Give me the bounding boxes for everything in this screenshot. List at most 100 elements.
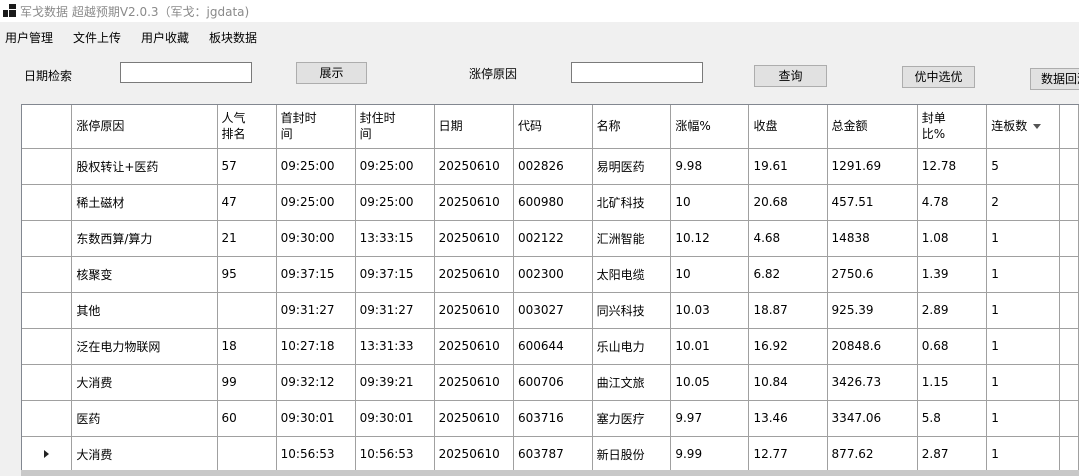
cell-seal-ratio[interactable]: 1.39	[917, 256, 988, 293]
row-header-cell[interactable]	[22, 292, 73, 329]
cell-reason[interactable]: 核聚变	[71, 256, 218, 293]
limit-up-reason-input[interactable]	[571, 62, 703, 83]
cell-first-seal-time[interactable]: 09:37:15	[276, 256, 356, 293]
row-header-cell[interactable]	[22, 328, 73, 365]
cell-name[interactable]: 乐山电力	[592, 328, 672, 365]
cell-name[interactable]: 新日股份	[592, 436, 672, 473]
cell-seal-ratio[interactable]: 0.68	[917, 328, 988, 365]
cell-seal-ratio[interactable]: 2.89	[917, 292, 988, 329]
cell-first-seal-time[interactable]: 09:32:12	[276, 364, 356, 401]
cell-name[interactable]: 太阳电缆	[592, 256, 672, 293]
col-header-seal-time[interactable]: 封住时间	[355, 105, 435, 149]
cell-seal-time[interactable]: 10:56:53	[355, 436, 435, 473]
table-row[interactable]: 股权转让+医药 57 09:25:00 09:25:00 20250610 002826 易…	[22, 148, 1079, 185]
data-backtest-button[interactable]: 数据回测	[1030, 68, 1079, 90]
cell-consecutive-boards[interactable]: 1	[986, 364, 1060, 401]
cell-date[interactable]: 20250610	[434, 328, 515, 365]
horizontal-scrollbar[interactable]	[21, 470, 1079, 476]
col-header-reason[interactable]: 涨停原因	[71, 105, 218, 149]
col-header-code[interactable]: 代码	[513, 105, 593, 149]
menu-user-favorites[interactable]: 用户收藏	[141, 29, 189, 46]
menu-sector-data[interactable]: 板块数据	[209, 29, 257, 46]
row-header-cell[interactable]	[22, 436, 73, 473]
cell-reason[interactable]: 股权转让+医药	[71, 148, 218, 185]
cell-seal-time[interactable]: 09:39:21	[355, 364, 435, 401]
col-header-total-amount[interactable]: 总金额	[827, 105, 918, 149]
cell-reason[interactable]: 稀土磁材	[71, 184, 218, 221]
cell-total-amount[interactable]: 877.62	[827, 436, 918, 473]
cell-first-seal-time[interactable]: 09:31:27	[276, 292, 356, 329]
cell-close[interactable]: 10.84	[748, 364, 828, 401]
table-row[interactable]: 泛在电力物联网 18 10:27:18 13:31:33 20250610 600644 乐…	[22, 328, 1079, 365]
cell-code[interactable]: 603787	[513, 436, 593, 473]
table-row[interactable]: 核聚变 95 09:37:15 09:37:15 20250610 002300 太阳电缆 1…	[22, 256, 1079, 293]
cell-popularity[interactable]: 47	[217, 184, 277, 221]
cell-change-pct[interactable]: 10.01	[670, 328, 750, 365]
cell-reason[interactable]: 医药	[71, 400, 218, 437]
cell-popularity[interactable]: 60	[217, 400, 277, 437]
table-row[interactable]: 其他 09:31:27 09:31:27 20250610 003027 同兴科技 10.0…	[22, 292, 1079, 329]
cell-close[interactable]: 19.61	[748, 148, 828, 185]
cell-close[interactable]: 16.92	[748, 328, 828, 365]
cell-reason[interactable]: 大消费	[71, 436, 218, 473]
cell-consecutive-boards[interactable]: 1	[986, 400, 1060, 437]
cell-code[interactable]: 600980	[513, 184, 593, 221]
cell-close[interactable]: 20.68	[748, 184, 828, 221]
cell-seal-ratio[interactable]: 4.78	[917, 184, 988, 221]
cell-reason[interactable]: 其他	[71, 292, 218, 329]
table-row[interactable]: 稀土磁材 47 09:25:00 09:25:00 20250610 600980 北矿科技…	[22, 184, 1079, 221]
cell-consecutive-boards[interactable]: 1	[986, 436, 1060, 473]
cell-seal-time[interactable]: 09:30:01	[355, 400, 435, 437]
show-button[interactable]: 展示	[296, 62, 367, 84]
cell-date[interactable]: 20250610	[434, 292, 515, 329]
col-header-date[interactable]: 日期	[434, 105, 515, 149]
cell-change-pct[interactable]: 10.05	[670, 364, 750, 401]
cell-close[interactable]: 13.46	[748, 400, 828, 437]
row-header-cell[interactable]	[22, 220, 73, 257]
cell-code[interactable]: 002826	[513, 148, 593, 185]
cell-change-pct[interactable]: 9.97	[670, 400, 750, 437]
cell-consecutive-boards[interactable]: 5	[986, 148, 1060, 185]
menu-file-upload[interactable]: 文件上传	[73, 29, 121, 46]
col-header-consecutive-boards[interactable]: 连板数	[986, 105, 1060, 149]
cell-total-amount[interactable]: 14838	[827, 220, 918, 257]
cell-popularity[interactable]: 21	[217, 220, 277, 257]
cell-seal-time[interactable]: 09:25:00	[355, 148, 435, 185]
menu-user-management[interactable]: 用户管理	[5, 29, 53, 46]
table-row[interactable]: 医药 60 09:30:01 09:30:01 20250610 603716 塞力医疗 9.…	[22, 400, 1079, 437]
cell-first-seal-time[interactable]: 09:30:00	[276, 220, 356, 257]
cell-total-amount[interactable]: 457.51	[827, 184, 918, 221]
cell-consecutive-boards[interactable]: 1	[986, 256, 1060, 293]
cell-consecutive-boards[interactable]: 1	[986, 328, 1060, 365]
table-row[interactable]: 东数西算/算力 21 09:30:00 13:33:15 20250610 002122 汇…	[22, 220, 1079, 257]
col-header-popularity[interactable]: 人气排名	[217, 105, 277, 149]
col-header-name[interactable]: 名称	[592, 105, 672, 149]
cell-change-pct[interactable]: 9.99	[670, 436, 750, 473]
cell-change-pct[interactable]: 9.98	[670, 148, 750, 185]
cell-popularity[interactable]: 57	[217, 148, 277, 185]
cell-seal-time[interactable]: 13:33:15	[355, 220, 435, 257]
cell-change-pct[interactable]: 10.12	[670, 220, 750, 257]
cell-seal-ratio[interactable]: 5.8	[917, 400, 988, 437]
cell-date[interactable]: 20250610	[434, 184, 515, 221]
date-search-input[interactable]	[120, 62, 252, 83]
cell-seal-ratio[interactable]: 1.08	[917, 220, 988, 257]
cell-consecutive-boards[interactable]: 1	[986, 220, 1060, 257]
cell-total-amount[interactable]: 20848.6	[827, 328, 918, 365]
query-button[interactable]: 查询	[754, 65, 827, 87]
row-header-cell[interactable]	[22, 256, 73, 293]
cell-code[interactable]: 003027	[513, 292, 593, 329]
cell-first-seal-time[interactable]: 09:30:01	[276, 400, 356, 437]
cell-seal-ratio[interactable]: 1.15	[917, 364, 988, 401]
cell-code[interactable]: 002300	[513, 256, 593, 293]
cell-close[interactable]: 18.87	[748, 292, 828, 329]
cell-total-amount[interactable]: 3426.73	[827, 364, 918, 401]
row-header-cell[interactable]	[22, 364, 73, 401]
cell-first-seal-time[interactable]: 09:25:00	[276, 184, 356, 221]
cell-seal-time[interactable]: 13:31:33	[355, 328, 435, 365]
cell-code[interactable]: 002122	[513, 220, 593, 257]
cell-total-amount[interactable]: 2750.6	[827, 256, 918, 293]
cell-total-amount[interactable]: 1291.69	[827, 148, 918, 185]
cell-popularity[interactable]: 99	[217, 364, 277, 401]
cell-seal-ratio[interactable]: 2.87	[917, 436, 988, 473]
